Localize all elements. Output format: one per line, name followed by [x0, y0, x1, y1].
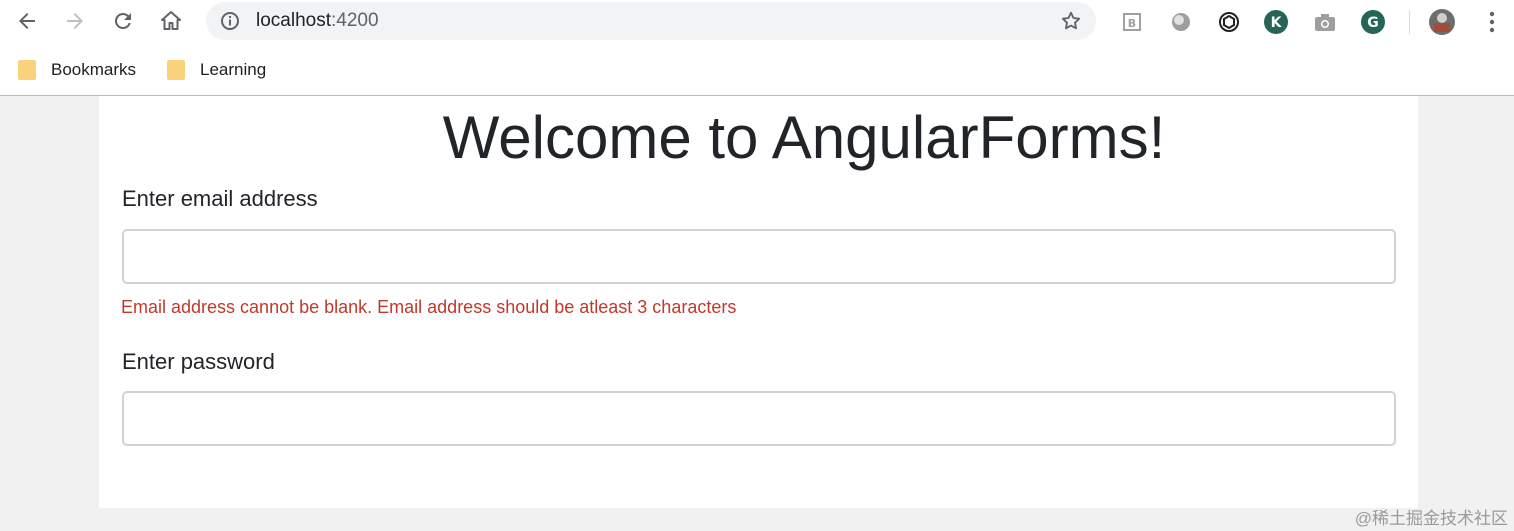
profile-button[interactable] [1428, 8, 1456, 36]
openai-extension[interactable] [1215, 8, 1243, 36]
back-arrow-icon [19, 13, 35, 29]
bookmark-label: Learning [200, 60, 267, 79]
bookmarks-bar: Bookmarks Learning [0, 44, 1514, 96]
url-port: :4200 [331, 10, 379, 31]
bookmark-learning[interactable]: Learning [167, 58, 266, 82]
forward-arrow-icon [67, 13, 83, 29]
sphere-extension[interactable] [1167, 8, 1195, 36]
toolbar-divider [1409, 10, 1410, 34]
svg-text:B: B [1128, 17, 1136, 30]
reader-extension[interactable]: B [1118, 8, 1146, 36]
browser-menu-button[interactable] [1478, 8, 1506, 36]
password-field[interactable] [122, 391, 1396, 446]
avatar [1429, 9, 1455, 35]
bookmark-star-icon[interactable] [1060, 10, 1082, 32]
reader-icon: B [1123, 13, 1141, 31]
reload-icon [114, 12, 131, 29]
watermark: @稀土掘金技术社区 [1354, 509, 1508, 528]
grammarly-icon: G [1361, 10, 1385, 34]
bookmark-label: Bookmarks [51, 60, 137, 79]
password-label: Enter password [122, 349, 275, 374]
k-extension[interactable]: K [1262, 8, 1290, 36]
browser-toolbar: localhost:4200 B K G [0, 0, 1514, 44]
grammarly-extension[interactable]: G [1359, 8, 1387, 36]
info-icon[interactable] [220, 11, 240, 31]
openai-icon [1219, 12, 1239, 32]
sphere-icon [1172, 13, 1190, 31]
home-icon [161, 11, 181, 30]
svg-text:G: G [1367, 15, 1379, 31]
form-container: Welcome to AngularForms! Enter email add… [99, 96, 1418, 508]
email-field[interactable] [122, 229, 1396, 284]
camera-extension[interactable] [1311, 8, 1339, 36]
url-host: localhost [256, 10, 331, 31]
svg-text:K: K [1271, 15, 1283, 31]
forward-button[interactable] [60, 6, 90, 36]
back-button[interactable] [12, 6, 42, 36]
page-title: Welcome to AngularForms! [442, 104, 1166, 171]
email-label: Enter email address [122, 186, 318, 211]
email-error-message: Email address cannot be blank. Email add… [121, 297, 737, 317]
url-text: localhost:4200 [256, 10, 379, 32]
bookmark-bookmarks[interactable]: Bookmarks [18, 58, 136, 82]
reload-button[interactable] [108, 6, 138, 36]
address-bar[interactable]: localhost:4200 [206, 2, 1096, 40]
browser-window: localhost:4200 B K G Bookmarks Learning … [0, 0, 1514, 531]
k-extension-icon: K [1264, 10, 1288, 34]
more-vert-icon [1489, 11, 1495, 33]
camera-icon [1315, 14, 1335, 31]
home-button[interactable] [156, 6, 186, 36]
folder-icon [18, 60, 36, 80]
folder-icon [167, 60, 185, 80]
